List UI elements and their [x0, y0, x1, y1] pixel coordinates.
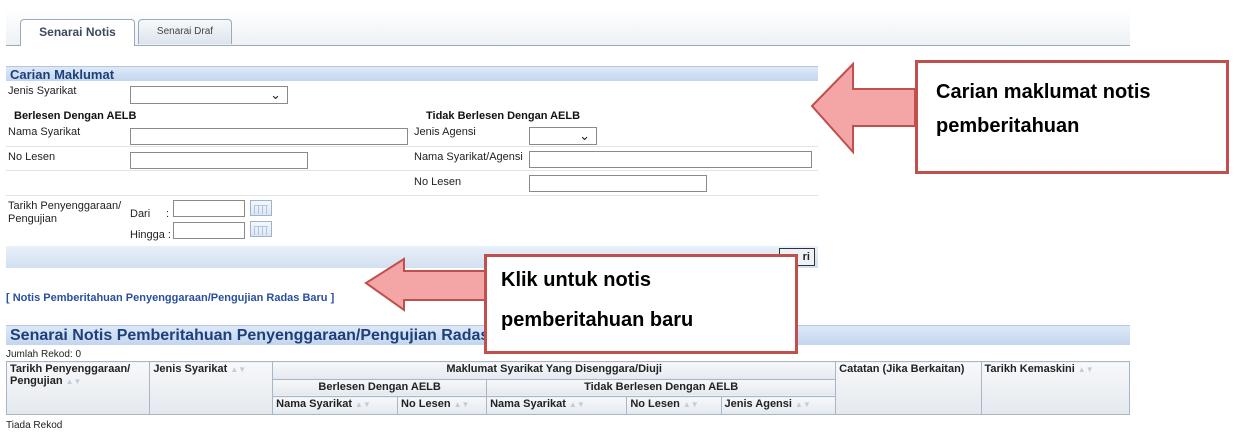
search-callout: Carian maklumat notis pemberitahuan [915, 60, 1229, 174]
new-notice-callout-line2: pemberitahuan baru [501, 309, 694, 331]
left-arrow-icon [810, 61, 916, 155]
new-notice-callout: Klik untuk notis pemberitahuan baru [484, 254, 798, 354]
new-notice-callout-line1: Klik untuk notis [501, 269, 651, 291]
search-callout-text: Carian maklumat notis pemberitahuan [936, 81, 1151, 137]
left-arrow-icon [364, 257, 487, 312]
